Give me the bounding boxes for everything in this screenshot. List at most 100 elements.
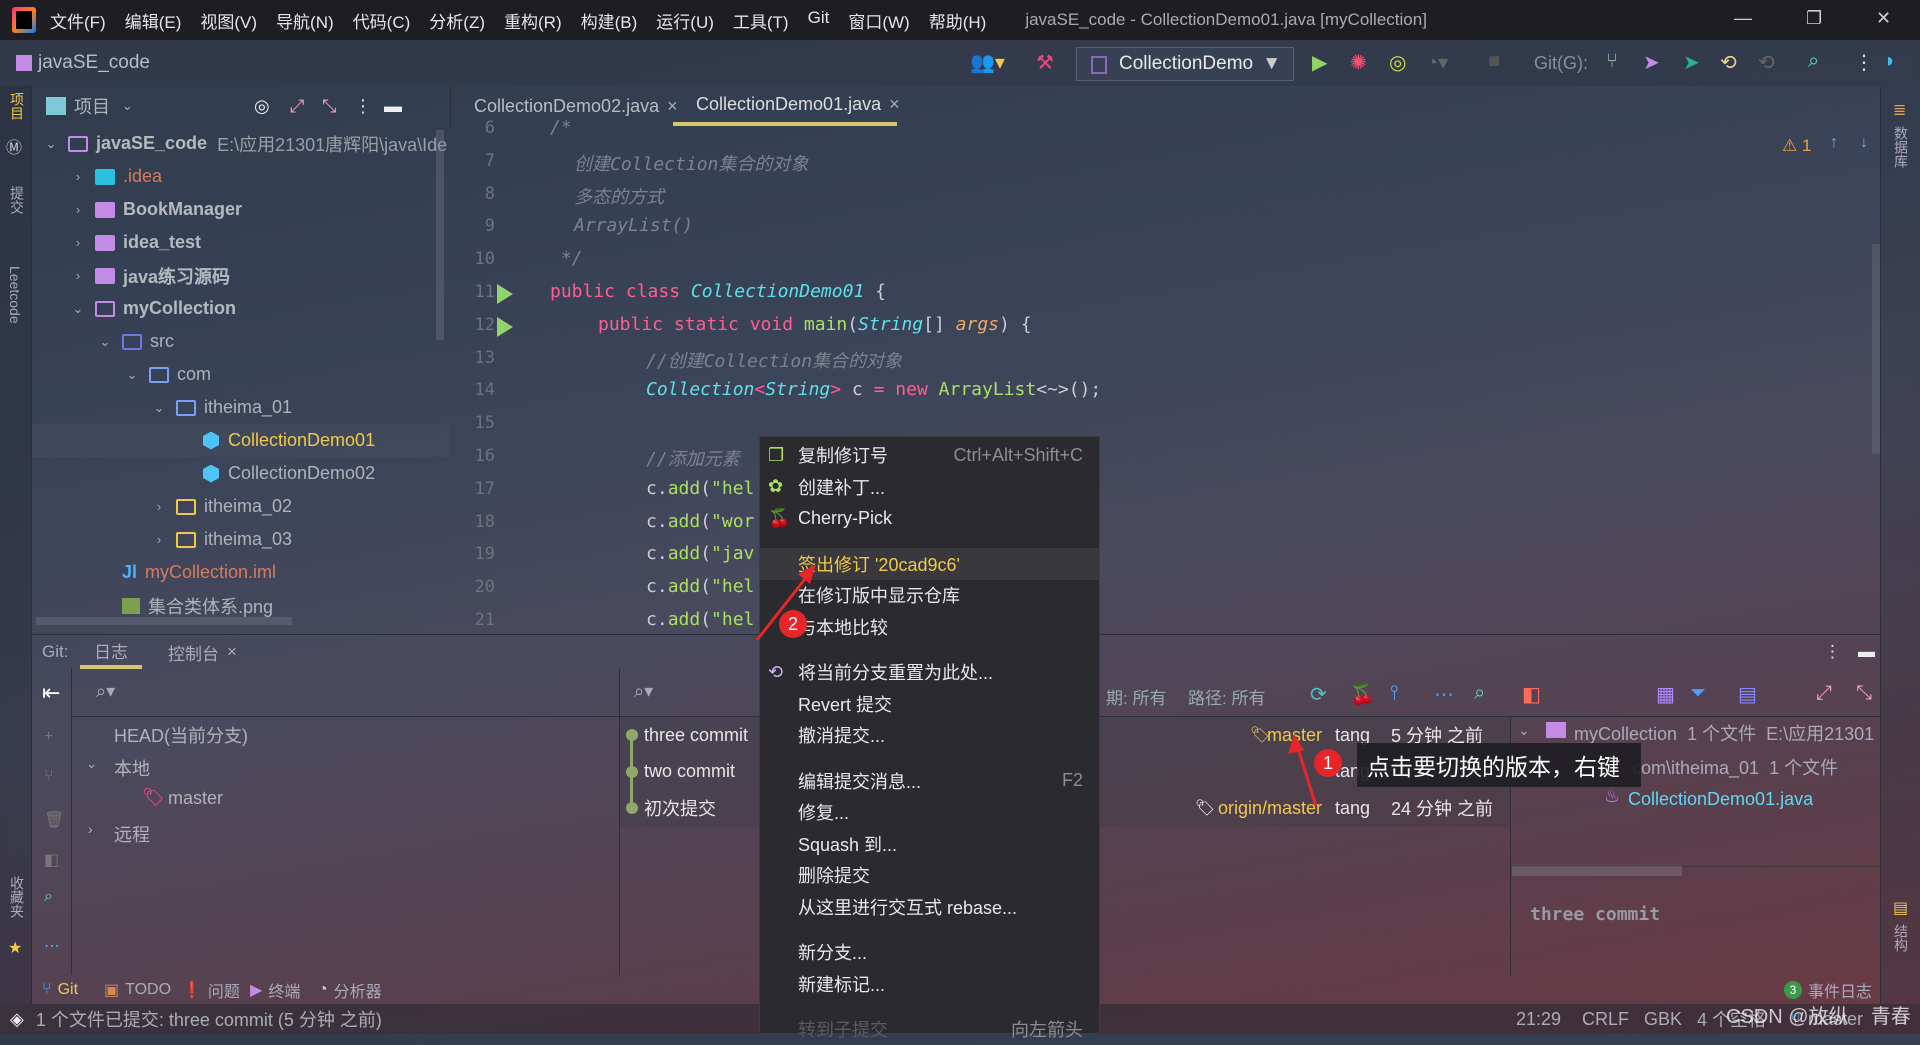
menu-item[interactable]: 新建标记... bbox=[760, 968, 1099, 1000]
run-gutter-icon[interactable] bbox=[497, 284, 513, 304]
tool-window-3[interactable]: ▶ 终端 bbox=[250, 978, 300, 1002]
menu-11[interactable]: 窗口(W) bbox=[848, 8, 909, 33]
chevron-down-icon[interactable]: ⌄ bbox=[86, 756, 97, 772]
restore-icon[interactable]: ❐ bbox=[1806, 8, 1822, 29]
rollback-icon[interactable]: ⟲ bbox=[1758, 50, 1775, 75]
menu-10[interactable]: Git bbox=[808, 8, 830, 33]
search-icon[interactable]: ⌕ bbox=[1808, 50, 1819, 73]
changes-package[interactable]: com\itheima_01 1 个文件 bbox=[1632, 754, 1838, 780]
tree-item[interactable]: ⌄ src bbox=[32, 325, 450, 358]
layers-icon[interactable]: ◈ bbox=[10, 1009, 24, 1030]
branch-group-local[interactable]: 本地 bbox=[114, 755, 150, 781]
refresh-icon[interactable]: ⟳ bbox=[1310, 682, 1327, 707]
chevron-down-icon[interactable]: ⌄ bbox=[71, 301, 85, 317]
tool-window-0[interactable]: ⑂ Git bbox=[42, 981, 78, 999]
chevron-down-icon[interactable]: ⌄ bbox=[1518, 722, 1530, 739]
tree-item[interactable]: › itheima_03 bbox=[32, 523, 450, 556]
strip-favorites-tab[interactable]: 收藏夹 bbox=[7, 876, 27, 918]
menu-item[interactable]: 撤消提交... bbox=[760, 719, 1099, 751]
git-branch-icon[interactable]: ⑂ bbox=[1606, 50, 1618, 73]
git-push-icon[interactable]: ➤ bbox=[1643, 50, 1660, 75]
stop-icon[interactable]: ■ bbox=[1488, 50, 1500, 73]
strip-commit-tab[interactable]: 提交 bbox=[7, 186, 27, 214]
collapse-all-icon[interactable]: ⤡ bbox=[322, 96, 336, 117]
tree-item[interactable]: Jl myCollection.iml bbox=[32, 556, 450, 589]
editor-tab[interactable]: CollectionDemo01.java × bbox=[673, 86, 900, 126]
tree-item[interactable]: › .idea bbox=[32, 160, 450, 193]
more-icon[interactable]: ⋯ bbox=[1434, 682, 1454, 707]
close-window-icon[interactable]: ✕ bbox=[1876, 8, 1891, 29]
minimize-icon[interactable]: — bbox=[1734, 8, 1752, 29]
tree-item[interactable]: CollectionDemo02 bbox=[32, 457, 450, 490]
menu-item[interactable]: 转到子提交 向左箭头 bbox=[760, 1013, 1099, 1045]
more-icon[interactable]: ⋯ bbox=[44, 936, 60, 956]
profiler-icon[interactable]: ◔▾ bbox=[1426, 50, 1448, 75]
maven-icon[interactable]: Ⓜ bbox=[6, 134, 22, 158]
caret-position[interactable]: 21:29 bbox=[1516, 1009, 1561, 1030]
tree-item[interactable]: ⌄ com bbox=[32, 358, 450, 391]
tree-item[interactable]: › idea_test bbox=[32, 226, 450, 259]
chevron-right-icon[interactable]: › bbox=[71, 268, 85, 283]
chevron-right-icon[interactable]: › bbox=[88, 821, 93, 837]
close-tab-icon[interactable]: × bbox=[889, 94, 900, 115]
chevron-right-icon[interactable]: › bbox=[71, 235, 85, 250]
collapse-all-icon[interactable]: ⤡ bbox=[1856, 682, 1872, 705]
menu-item[interactable]: 🍒 Cherry-Pick bbox=[760, 502, 1099, 534]
editor-scrollbar[interactable] bbox=[1872, 244, 1880, 454]
options-icon[interactable]: ⋮ bbox=[354, 96, 372, 117]
tree-horizontal-scrollbar[interactable] bbox=[36, 617, 292, 625]
tree-item[interactable]: ⌄ itheima_01 bbox=[32, 391, 450, 424]
code-with-me-icon[interactable]: ◗ bbox=[1884, 50, 1896, 73]
menu-8[interactable]: 运行(U) bbox=[656, 8, 714, 33]
expand-all-icon[interactable]: ⤢ bbox=[1816, 682, 1832, 705]
date-filter[interactable]: 期: 所有 bbox=[1106, 684, 1166, 709]
commit-graph-icon[interactable]: ⫯ bbox=[1390, 682, 1399, 705]
menu-5[interactable]: 分析(Z) bbox=[429, 8, 485, 33]
strip-project-tab[interactable]: 项目 bbox=[7, 92, 27, 120]
chevron-right-icon[interactable]: › bbox=[71, 202, 85, 217]
tree-item[interactable]: › itheima_02 bbox=[32, 490, 450, 523]
chevron-down-icon[interactable]: ⌄ bbox=[98, 334, 112, 350]
chevron-down-icon[interactable]: ⌄ bbox=[125, 367, 139, 383]
menu-12[interactable]: 帮助(H) bbox=[929, 8, 987, 33]
compare-icon[interactable]: ◧ bbox=[44, 850, 59, 870]
tool-window-1[interactable]: ▣ TODO bbox=[104, 980, 171, 1000]
run-coverage-icon[interactable]: ◎ bbox=[1389, 50, 1406, 75]
line-separator[interactable]: CRLF bbox=[1582, 1009, 1629, 1030]
search-icon[interactable]: ⌕ bbox=[1474, 682, 1485, 705]
menu-item[interactable]: 编辑提交消息... F2 bbox=[760, 765, 1099, 797]
add-icon[interactable]: + bbox=[44, 728, 53, 746]
git-tab[interactable]: 控制台 × bbox=[154, 635, 251, 669]
run-configuration-select[interactable]: CollectionDemo ▼ bbox=[1076, 47, 1294, 81]
tree-vertical-scrollbar[interactable] bbox=[436, 130, 444, 340]
event-log-button[interactable]: 3 事件日志 bbox=[1784, 978, 1872, 1002]
menu-item[interactable]: 从这里进行交互式 rebase... bbox=[760, 891, 1099, 923]
git-commit-push-icon[interactable]: ➤ bbox=[1683, 50, 1700, 75]
status-message[interactable]: 1 个文件已提交: three commit (5 分钟 之前) bbox=[36, 1006, 382, 1032]
menu-6[interactable]: 重构(R) bbox=[504, 8, 562, 33]
branch-master[interactable]: master bbox=[168, 788, 223, 809]
group-by-icon[interactable]: ▦ bbox=[1656, 682, 1675, 707]
chevron-down-icon[interactable]: ⌄ bbox=[122, 98, 133, 114]
menu-item[interactable]: ✿ 创建补丁... bbox=[760, 471, 1099, 503]
git-tab[interactable]: 日志 bbox=[80, 635, 142, 669]
vcs-users-icon[interactable]: 👥▾ bbox=[970, 50, 1005, 75]
tool-window-2[interactable]: ❗ 问题 bbox=[182, 978, 240, 1002]
next-highlight-icon[interactable]: ↓ bbox=[1860, 134, 1868, 152]
warnings-indicator[interactable]: ⚠ 1 bbox=[1782, 136, 1811, 156]
run-icon[interactable]: ▶ bbox=[1312, 50, 1327, 75]
delete-icon[interactable]: 🗑 bbox=[44, 810, 64, 830]
debug-icon[interactable]: ✺ bbox=[1350, 50, 1367, 75]
changed-file[interactable]: CollectionDemo01.java bbox=[1628, 789, 1813, 810]
menu-item[interactable]: 在修订版中显示仓库 bbox=[760, 579, 1099, 611]
tool-window-4[interactable]: ◔ 分析器 bbox=[318, 978, 382, 1002]
filter-icon[interactable]: ⏷ bbox=[1690, 682, 1706, 705]
history-icon[interactable]: ⟲ bbox=[1720, 50, 1737, 75]
hide-panel-icon[interactable]: ▬ bbox=[384, 96, 402, 117]
branch-group-remote[interactable]: 远程 bbox=[114, 821, 150, 847]
menu-item[interactable]: 与本地比较 bbox=[760, 611, 1099, 643]
commit-search-icon[interactable]: ⌕▾ bbox=[634, 681, 653, 702]
menu-item[interactable]: 删除提交 bbox=[760, 859, 1099, 891]
prev-highlight-icon[interactable]: ↑ bbox=[1830, 134, 1838, 152]
menu-2[interactable]: 视图(V) bbox=[200, 8, 257, 33]
